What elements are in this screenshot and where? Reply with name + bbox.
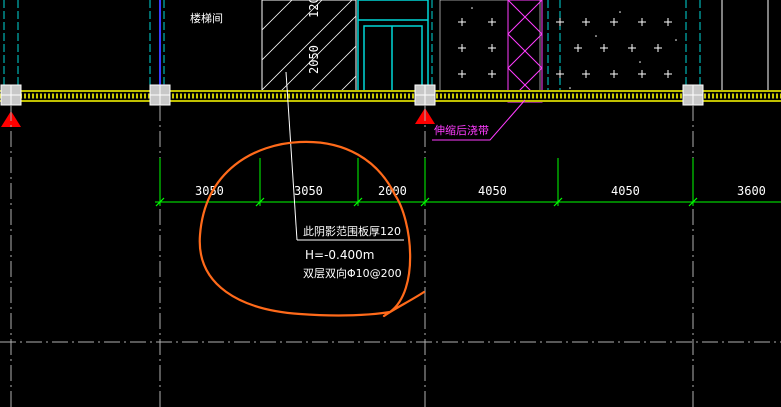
cad-drawing-canvas[interactable]: 楼梯间 120 2050 伸缩后浇带 3050 3050 2000 4050 4…: [0, 0, 781, 407]
expansion-band-label: 伸缩后浇带: [434, 124, 489, 137]
dimension-label: 3050: [294, 184, 323, 198]
annotation-line3: 双层双向Φ10@200: [303, 266, 402, 280]
slab-annotation: 此阴影范围板厚120 H=-0.400m 双层双向Φ10@200: [285, 71, 404, 280]
beam-band: [0, 90, 781, 102]
stair-room-label: 楼梯间: [190, 11, 223, 25]
dimension-chain: 3050 3050 2000 4050 4050 3600: [155, 158, 781, 207]
dimension-label: 4050: [611, 184, 640, 198]
dimension-label: 3600: [737, 184, 766, 198]
dimension-label: 4050: [478, 184, 507, 198]
wall-dim-top: 120: [307, 0, 321, 18]
annotation-line2: H=-0.400m: [305, 248, 374, 262]
expansion-band-callout: 伸缩后浇带: [432, 99, 526, 141]
grid-axes: [0, 105, 781, 407]
annotation-line1: 此阴影范围板厚120: [303, 224, 401, 238]
wall-dim-height: 2050: [307, 45, 321, 74]
upper-plan-region: 楼梯间 120 2050: [3, 0, 769, 103]
